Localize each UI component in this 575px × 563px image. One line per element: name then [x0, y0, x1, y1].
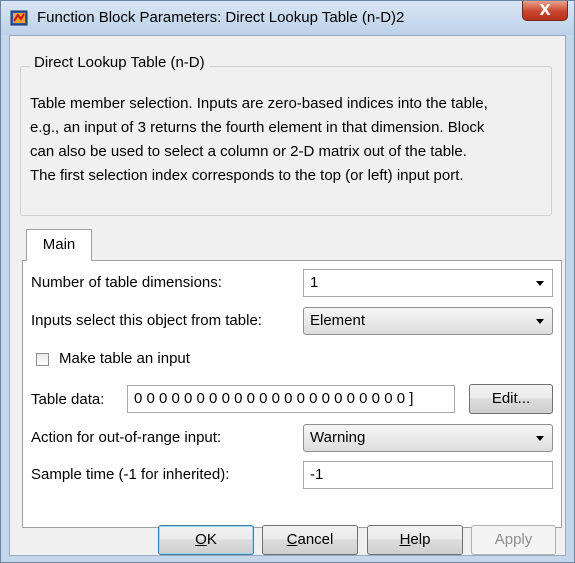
sample-time-field[interactable]: -1 — [303, 461, 553, 489]
out-of-range-dropdown[interactable]: Warning — [303, 424, 553, 452]
edit-table-button[interactable]: Edit... — [469, 384, 553, 414]
cancel-mnemonic: C — [286, 531, 298, 548]
select-object-label: Inputs select this object from table: — [31, 312, 262, 329]
ok-mnemonic: O — [195, 531, 207, 548]
block-description: Table member selection. Inputs are zero-… — [30, 92, 560, 188]
title-bar[interactable]: Function Block Parameters: Direct Lookup… — [1, 1, 574, 35]
chevron-down-icon — [536, 281, 544, 286]
simulink-block-icon — [10, 10, 28, 26]
help-label-rest: elp — [410, 531, 431, 548]
description-line: e.g., an input of 3 returns the fourth e… — [30, 119, 485, 136]
chevron-down-icon — [536, 436, 544, 441]
dialog-client-area: Direct Lookup Table (n-D) Table member s… — [9, 35, 566, 556]
main-tab-panel: Number of table dimensions: 1 Inputs sel… — [22, 260, 562, 528]
block-name-label: Direct Lookup Table (n-D) — [30, 54, 209, 71]
num-dims-dropdown[interactable]: 1 — [303, 269, 553, 297]
close-button[interactable]: X — [522, 1, 568, 21]
cancel-button[interactable]: Cancel — [262, 525, 358, 555]
apply-button[interactable]: Apply — [471, 525, 556, 555]
num-dims-label: Number of table dimensions: — [31, 274, 222, 291]
dialog-window: Function Block Parameters: Direct Lookup… — [0, 0, 575, 563]
table-input-label: Make table an input — [59, 350, 190, 367]
num-dims-value: 1 — [310, 274, 319, 291]
select-object-dropdown[interactable]: Element — [303, 307, 553, 335]
sample-time-label: Sample time (-1 for inherited): — [31, 466, 230, 483]
select-object-value: Element — [310, 312, 366, 329]
out-of-range-value: Warning — [310, 429, 366, 446]
ok-label-rest: K — [206, 531, 217, 548]
description-line: can also be used to select a column or 2… — [30, 143, 467, 160]
tab-main[interactable]: Main — [26, 229, 92, 261]
description-line: Table member selection. Inputs are zero-… — [30, 95, 488, 112]
help-button[interactable]: Help — [367, 525, 463, 555]
out-of-range-label: Action for out-of-range input: — [31, 429, 222, 446]
help-mnemonic: H — [399, 531, 411, 548]
description-line: The first selection index corresponds to… — [30, 167, 464, 184]
ok-button[interactable]: OK — [158, 525, 254, 555]
table-input-checkbox[interactable] — [36, 353, 49, 366]
cancel-label-rest: ancel — [297, 531, 334, 548]
chevron-down-icon — [536, 319, 544, 324]
table-data-field[interactable]: 0 0 0 0 0 0 0 0 0 0 0 0 0 0 0 0 0 0 0 0 … — [127, 385, 455, 413]
table-data-label: Table data: — [31, 391, 105, 408]
window-title: Function Block Parameters: Direct Lookup… — [37, 9, 405, 26]
